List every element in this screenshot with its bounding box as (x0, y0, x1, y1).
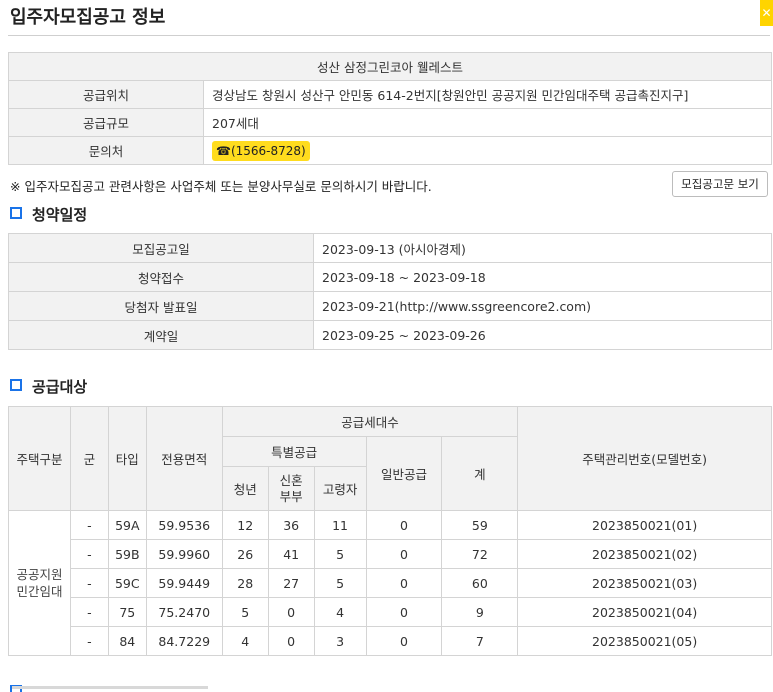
table-row: - 59B 59.9960 26 41 5 0 72 2023850021(02… (9, 539, 772, 569)
cell-elderly: 5 (313, 568, 367, 598)
cell-group: - (69, 510, 109, 540)
supply-table: 주택구분 군 타입 전용면적 공급세대수 주택관리번호(모델번호) 특별공급 일… (8, 406, 772, 656)
cell-model: 2023850021(01) (517, 510, 772, 540)
col-elderly: 고령자 (313, 466, 367, 511)
supply-location-label: 공급위치 (8, 80, 204, 109)
col-area: 전용면적 (145, 406, 223, 511)
cell-area: 59.9449 (145, 568, 223, 598)
cell-elderly: 3 (313, 626, 367, 656)
table-row: - 75 75.2470 5 0 4 0 9 2023850021(04) (9, 597, 772, 627)
cell-general: 0 (365, 597, 443, 627)
cell-model: 2023850021(04) (517, 597, 772, 627)
cell-model: 2023850021(05) (517, 626, 772, 656)
schedule-label: 모집공고일 (8, 233, 314, 263)
col-youth: 청년 (221, 466, 269, 511)
cell-model: 2023850021(03) (517, 568, 772, 598)
housing-category: 공공지원 민간임대 (8, 510, 71, 656)
cell-area: 59.9960 (145, 539, 223, 569)
schedule-value: 2023-09-13 (아시아경제) (313, 233, 772, 263)
cell-group: - (69, 597, 109, 627)
cell-model: 2023850021(02) (517, 539, 772, 569)
table-row: 모집공고일 2023-09-13 (아시아경제) (8, 233, 772, 263)
table-row: 계약일 2023-09-25 ~ 2023-09-26 (8, 320, 772, 350)
cell-area: 59.9536 (145, 510, 223, 540)
cell-youth: 4 (221, 626, 269, 656)
col-special: 특별공급 (221, 436, 367, 467)
close-icon[interactable]: ✕ (760, 0, 773, 26)
col-group: 군 (69, 406, 109, 511)
contact-cell: ☎(1566-8728) (203, 136, 772, 165)
cell-type: 59A (107, 510, 147, 540)
cell-type: 59C (107, 568, 147, 598)
cell-general: 0 (365, 539, 443, 569)
schedule-section-title: 청약일정 (10, 204, 87, 225)
cell-elderly: 11 (313, 510, 367, 540)
square-bullet-icon (10, 207, 22, 219)
cell-area: 75.2470 (145, 597, 223, 627)
supply-section-title: 공급대상 (10, 376, 87, 397)
supply-scale-label: 공급규모 (8, 108, 204, 137)
schedule-value: 2023-09-18 ~ 2023-09-18 (313, 262, 772, 292)
view-announcement-button[interactable]: 모집공고문 보기 (672, 171, 768, 197)
schedule-value: 2023-09-25 ~ 2023-09-26 (313, 320, 772, 350)
schedule-label: 청약접수 (8, 262, 314, 292)
cell-group: - (69, 568, 109, 598)
page-title: 입주자모집공고 정보 (10, 7, 166, 28)
cell-total: 72 (441, 539, 519, 569)
cell-newlywed: 41 (267, 539, 315, 569)
cell-newlywed: 27 (267, 568, 315, 598)
cell-general: 0 (365, 510, 443, 540)
complex-info-table: 성산 삼정그린코아 웰레스트 공급위치 경상남도 창원시 성산구 안민동 614… (8, 52, 772, 165)
cell-newlywed: 0 (267, 626, 315, 656)
table-row: - 84 84.7229 4 0 3 0 7 2023850021(05) (9, 626, 772, 656)
schedule-table: 모집공고일 2023-09-13 (아시아경제) 청약접수 2023-09-18… (8, 233, 772, 350)
contact-phone-button[interactable]: ☎(1566-8728) (212, 140, 310, 161)
table-row: - 59C 59.9449 28 27 5 0 60 2023850021(03… (9, 568, 772, 598)
inquiry-notice: ※ 입주자모집공고 관련사항은 사업주체 또는 분양사무실로 문의하시기 바랍니… (10, 179, 432, 194)
cell-total: 7 (441, 626, 519, 656)
schedule-heading: 청약일정 (32, 206, 88, 224)
cell-elderly: 5 (313, 539, 367, 569)
col-total: 계 (441, 436, 519, 511)
cell-type: 59B (107, 539, 147, 569)
cell-youth: 12 (221, 510, 269, 540)
square-bullet-icon (10, 379, 22, 391)
cell-newlywed: 0 (267, 597, 315, 627)
col-general: 일반공급 (365, 436, 443, 511)
next-section-cutoff (0, 680, 773, 692)
supply-location-value: 경상남도 창원시 성산구 안민동 614-2번지[창원안민 공공지원 민간임대주… (203, 80, 772, 109)
cell-total: 60 (441, 568, 519, 598)
cell-type: 75 (107, 597, 147, 627)
col-newlywed: 신혼 부부 (267, 466, 315, 511)
cell-general: 0 (365, 626, 443, 656)
cell-area: 84.7229 (145, 626, 223, 656)
cell-youth: 26 (221, 539, 269, 569)
supply-scale-value: 207세대 (203, 108, 772, 137)
schedule-value: 2023-09-21(http://www.ssgreencore2.com) (313, 291, 772, 321)
schedule-label: 계약일 (8, 320, 314, 350)
cell-group: - (69, 539, 109, 569)
complex-name: 성산 삼정그린코아 웰레스트 (8, 52, 772, 81)
cell-newlywed: 36 (267, 510, 315, 540)
cell-total: 59 (441, 510, 519, 540)
cell-elderly: 4 (313, 597, 367, 627)
cell-type: 84 (107, 626, 147, 656)
cell-total: 9 (441, 597, 519, 627)
col-housing-type: 주택구분 (8, 406, 71, 511)
col-type: 타입 (107, 406, 147, 511)
col-units: 공급세대수 (221, 406, 519, 437)
schedule-label: 당첨자 발표일 (8, 291, 314, 321)
cutoff-heading-fragment (12, 686, 208, 689)
cell-youth: 28 (221, 568, 269, 598)
supply-heading: 공급대상 (32, 378, 88, 396)
table-row: 당첨자 발표일 2023-09-21(http://www.ssgreencor… (8, 291, 772, 321)
title-divider (8, 35, 770, 36)
cell-youth: 5 (221, 597, 269, 627)
cell-general: 0 (365, 568, 443, 598)
col-model: 주택관리번호(모델번호) (517, 406, 772, 511)
table-row: 공공지원 민간임대 - 59A 59.9536 12 36 11 0 59 20… (8, 510, 772, 656)
cell-group: - (69, 626, 109, 656)
contact-label: 문의처 (8, 136, 204, 165)
table-row: 청약접수 2023-09-18 ~ 2023-09-18 (8, 262, 772, 292)
